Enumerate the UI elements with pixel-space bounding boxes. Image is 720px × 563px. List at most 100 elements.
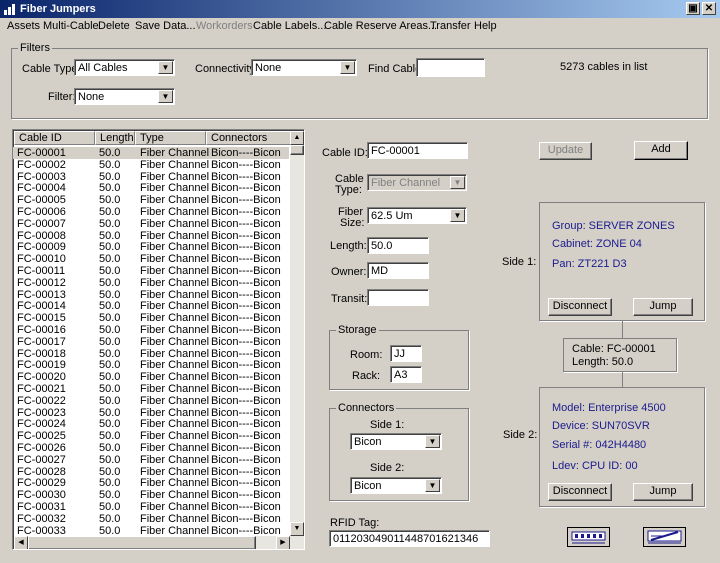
table-row[interactable]: FC-00008 50.0 Fiber Channel Bicon----Bicon <box>13 230 289 242</box>
table-row[interactable]: FC-00024 50.0 Fiber Channel Bicon----Bicon <box>13 418 289 430</box>
chevron-down-icon[interactable]: ▼ <box>158 61 173 74</box>
col-header-cable-id[interactable]: Cable ID <box>14 131 95 145</box>
side2-label: Side 2: <box>503 429 538 441</box>
owner-input[interactable]: MD <box>367 262 429 279</box>
room-input[interactable]: JJ <box>390 345 422 362</box>
table-row[interactable]: FC-00018 50.0 Fiber Channel Bicon----Bicon <box>13 348 289 360</box>
table-row[interactable]: FC-00011 50.0 Fiber Channel Bicon----Bicon <box>13 265 289 277</box>
close-button[interactable]: ✕ <box>702 2 716 15</box>
table-row[interactable]: FC-00009 50.0 Fiber Channel Bicon----Bicon <box>13 241 289 253</box>
patch-panel-button[interactable] <box>567 527 610 547</box>
length-input[interactable]: 50.0 <box>367 237 429 254</box>
table-row[interactable]: FC-00031 50.0 Fiber Channel Bicon----Bicon <box>13 501 289 513</box>
find-cable-input[interactable] <box>416 58 485 77</box>
cell-length: 50.0 <box>99 288 121 301</box>
scroll-right-arrow-icon[interactable]: ▶ <box>276 536 290 549</box>
cell-connectors: Bicon----Bicon <box>211 312 281 325</box>
table-row[interactable]: FC-00016 50.0 Fiber Channel Bicon----Bicon <box>13 324 289 336</box>
table-row[interactable]: FC-00020 50.0 Fiber Channel Bicon----Bicon <box>13 371 289 383</box>
table-row[interactable]: FC-00028 50.0 Fiber Channel Bicon----Bicon <box>13 466 289 478</box>
menu-help[interactable]: Help <box>474 20 497 32</box>
table-row[interactable]: FC-00014 50.0 Fiber Channel Bicon----Bicon <box>13 300 289 312</box>
cable-jump-button[interactable] <box>643 527 686 547</box>
cell-length: 50.0 <box>99 241 121 254</box>
connector-side1-select[interactable]: Bicon ▼ <box>350 433 442 450</box>
cable-type-filter-select[interactable]: All Cables ▼ <box>74 59 175 76</box>
side1-disconnect-button[interactable]: Disconnect <box>548 298 612 316</box>
chevron-down-icon[interactable]: ▼ <box>425 479 440 492</box>
cell-length: 50.0 <box>99 512 121 525</box>
col-header-connectors[interactable]: Connectors <box>206 131 291 145</box>
side2-disconnect-button[interactable]: Disconnect <box>548 483 612 501</box>
cell-type: Fiber Channel <box>140 394 210 407</box>
update-button[interactable]: Update <box>539 142 592 160</box>
table-row[interactable]: FC-00023 50.0 Fiber Channel Bicon----Bicon <box>13 407 289 419</box>
chevron-down-icon[interactable]: ▼ <box>450 176 465 189</box>
col-header-type[interactable]: Type <box>135 131 206 145</box>
table-row[interactable]: FC-00027 50.0 Fiber Channel Bicon----Bicon <box>13 454 289 466</box>
table-row[interactable]: FC-00021 50.0 Fiber Channel Bicon----Bicon <box>13 383 289 395</box>
table-row[interactable]: FC-00033 50.0 Fiber Channel Bicon----Bicon <box>13 525 289 537</box>
restore-button[interactable]: ▣ <box>686 2 700 15</box>
rfid-tag-input[interactable]: 011203049011448701621346 <box>329 530 490 547</box>
scroll-up-arrow-icon[interactable]: ▲ <box>290 131 304 145</box>
menu-transfer[interactable]: Transfer <box>430 20 471 32</box>
transit-input[interactable] <box>367 289 429 306</box>
table-row[interactable]: FC-00005 50.0 Fiber Channel Bicon----Bicon <box>13 194 289 206</box>
vertical-scroll-thumb[interactable] <box>290 145 304 155</box>
table-row[interactable]: FC-00001 50.0 Fiber Channel Bicon----Bicon <box>13 147 289 159</box>
add-button[interactable]: Add <box>634 141 688 160</box>
cell-cable-id: FC-00007 <box>17 217 66 230</box>
menu-workorders[interactable]: Workorders <box>196 20 253 32</box>
side2-jump-button[interactable]: Jump <box>633 483 693 501</box>
table-row[interactable]: FC-00007 50.0 Fiber Channel Bicon----Bicon <box>13 218 289 230</box>
scroll-down-arrow-icon[interactable]: ▼ <box>290 522 304 536</box>
table-row[interactable]: FC-00012 50.0 Fiber Channel Bicon----Bicon <box>13 277 289 289</box>
scroll-left-arrow-icon[interactable]: ◀ <box>14 536 28 549</box>
table-row[interactable]: FC-00004 50.0 Fiber Channel Bicon----Bicon <box>13 182 289 194</box>
table-row[interactable]: FC-00022 50.0 Fiber Channel Bicon----Bicon <box>13 395 289 407</box>
col-header-length[interactable]: Length <box>95 131 135 145</box>
rfid-tag-label: RFID Tag: <box>330 517 380 529</box>
rack-input[interactable]: A3 <box>390 366 422 383</box>
table-row[interactable]: FC-00013 50.0 Fiber Channel Bicon----Bicon <box>13 289 289 301</box>
menu-save-data[interactable]: Save Data... <box>135 20 196 32</box>
table-row[interactable]: FC-00015 50.0 Fiber Channel Bicon----Bicon <box>13 312 289 324</box>
table-row[interactable]: FC-00030 50.0 Fiber Channel Bicon----Bicon <box>13 489 289 501</box>
transit-label: Transit: <box>331 293 368 305</box>
menu-delete[interactable]: Delete <box>98 20 130 32</box>
chevron-down-icon[interactable]: ▼ <box>340 61 355 74</box>
menu-cable-reserve-areas[interactable]: Cable Reserve Areas... <box>324 20 437 32</box>
cell-type: Fiber Channel <box>140 383 210 395</box>
menu-assets[interactable]: Assets <box>7 20 40 32</box>
table-row[interactable]: FC-00025 50.0 Fiber Channel Bicon----Bicon <box>13 430 289 442</box>
side1-jump-button[interactable]: Jump <box>633 298 693 316</box>
table-row[interactable]: FC-00019 50.0 Fiber Channel Bicon----Bicon <box>13 359 289 371</box>
table-row[interactable]: FC-00032 50.0 Fiber Channel Bicon----Bicon <box>13 513 289 525</box>
cable-id-input[interactable]: FC-00001 <box>367 142 468 159</box>
chevron-down-icon[interactable]: ▼ <box>450 209 465 222</box>
fiber-size-select[interactable]: 62.5 Um ▼ <box>367 207 467 224</box>
cable-list[interactable]: Cable ID Length Type Connectors FC-00001… <box>12 129 305 550</box>
table-row[interactable]: FC-00002 50.0 Fiber Channel Bicon----Bicon <box>13 159 289 171</box>
table-row[interactable]: FC-00010 50.0 Fiber Channel Bicon----Bicon <box>13 253 289 265</box>
connector-side2-select[interactable]: Bicon ▼ <box>350 477 442 494</box>
vertical-scrollbar[interactable]: ▲ ▼ <box>290 131 304 536</box>
cell-length: 50.0 <box>99 229 121 242</box>
chevron-down-icon[interactable]: ▼ <box>158 90 173 103</box>
chevron-down-icon[interactable]: ▼ <box>425 435 440 448</box>
filter-select[interactable]: None ▼ <box>74 88 175 105</box>
table-row[interactable]: FC-00006 50.0 Fiber Channel Bicon----Bicon <box>13 206 289 218</box>
horizontal-scroll-thumb[interactable] <box>28 536 256 549</box>
connectivity-select[interactable]: None ▼ <box>251 59 357 76</box>
menu-cable-labels[interactable]: Cable Labels... <box>253 20 326 32</box>
side2-model-text: Model: Enterprise 4500 <box>552 402 666 414</box>
cell-type: Fiber Channel <box>140 147 210 159</box>
table-row[interactable]: FC-00003 50.0 Fiber Channel Bicon----Bicon <box>13 171 289 183</box>
menu-multi-cable[interactable]: Multi-Cable <box>43 20 99 32</box>
table-row[interactable]: FC-00029 50.0 Fiber Channel Bicon----Bicon <box>13 477 289 489</box>
table-row[interactable]: FC-00026 50.0 Fiber Channel Bicon----Bicon <box>13 442 289 454</box>
cable-type-select[interactable]: Fiber Channel ▼ <box>367 174 467 191</box>
horizontal-scrollbar[interactable]: ◀ ▶ <box>14 536 304 549</box>
table-row[interactable]: FC-00017 50.0 Fiber Channel Bicon----Bicon <box>13 336 289 348</box>
